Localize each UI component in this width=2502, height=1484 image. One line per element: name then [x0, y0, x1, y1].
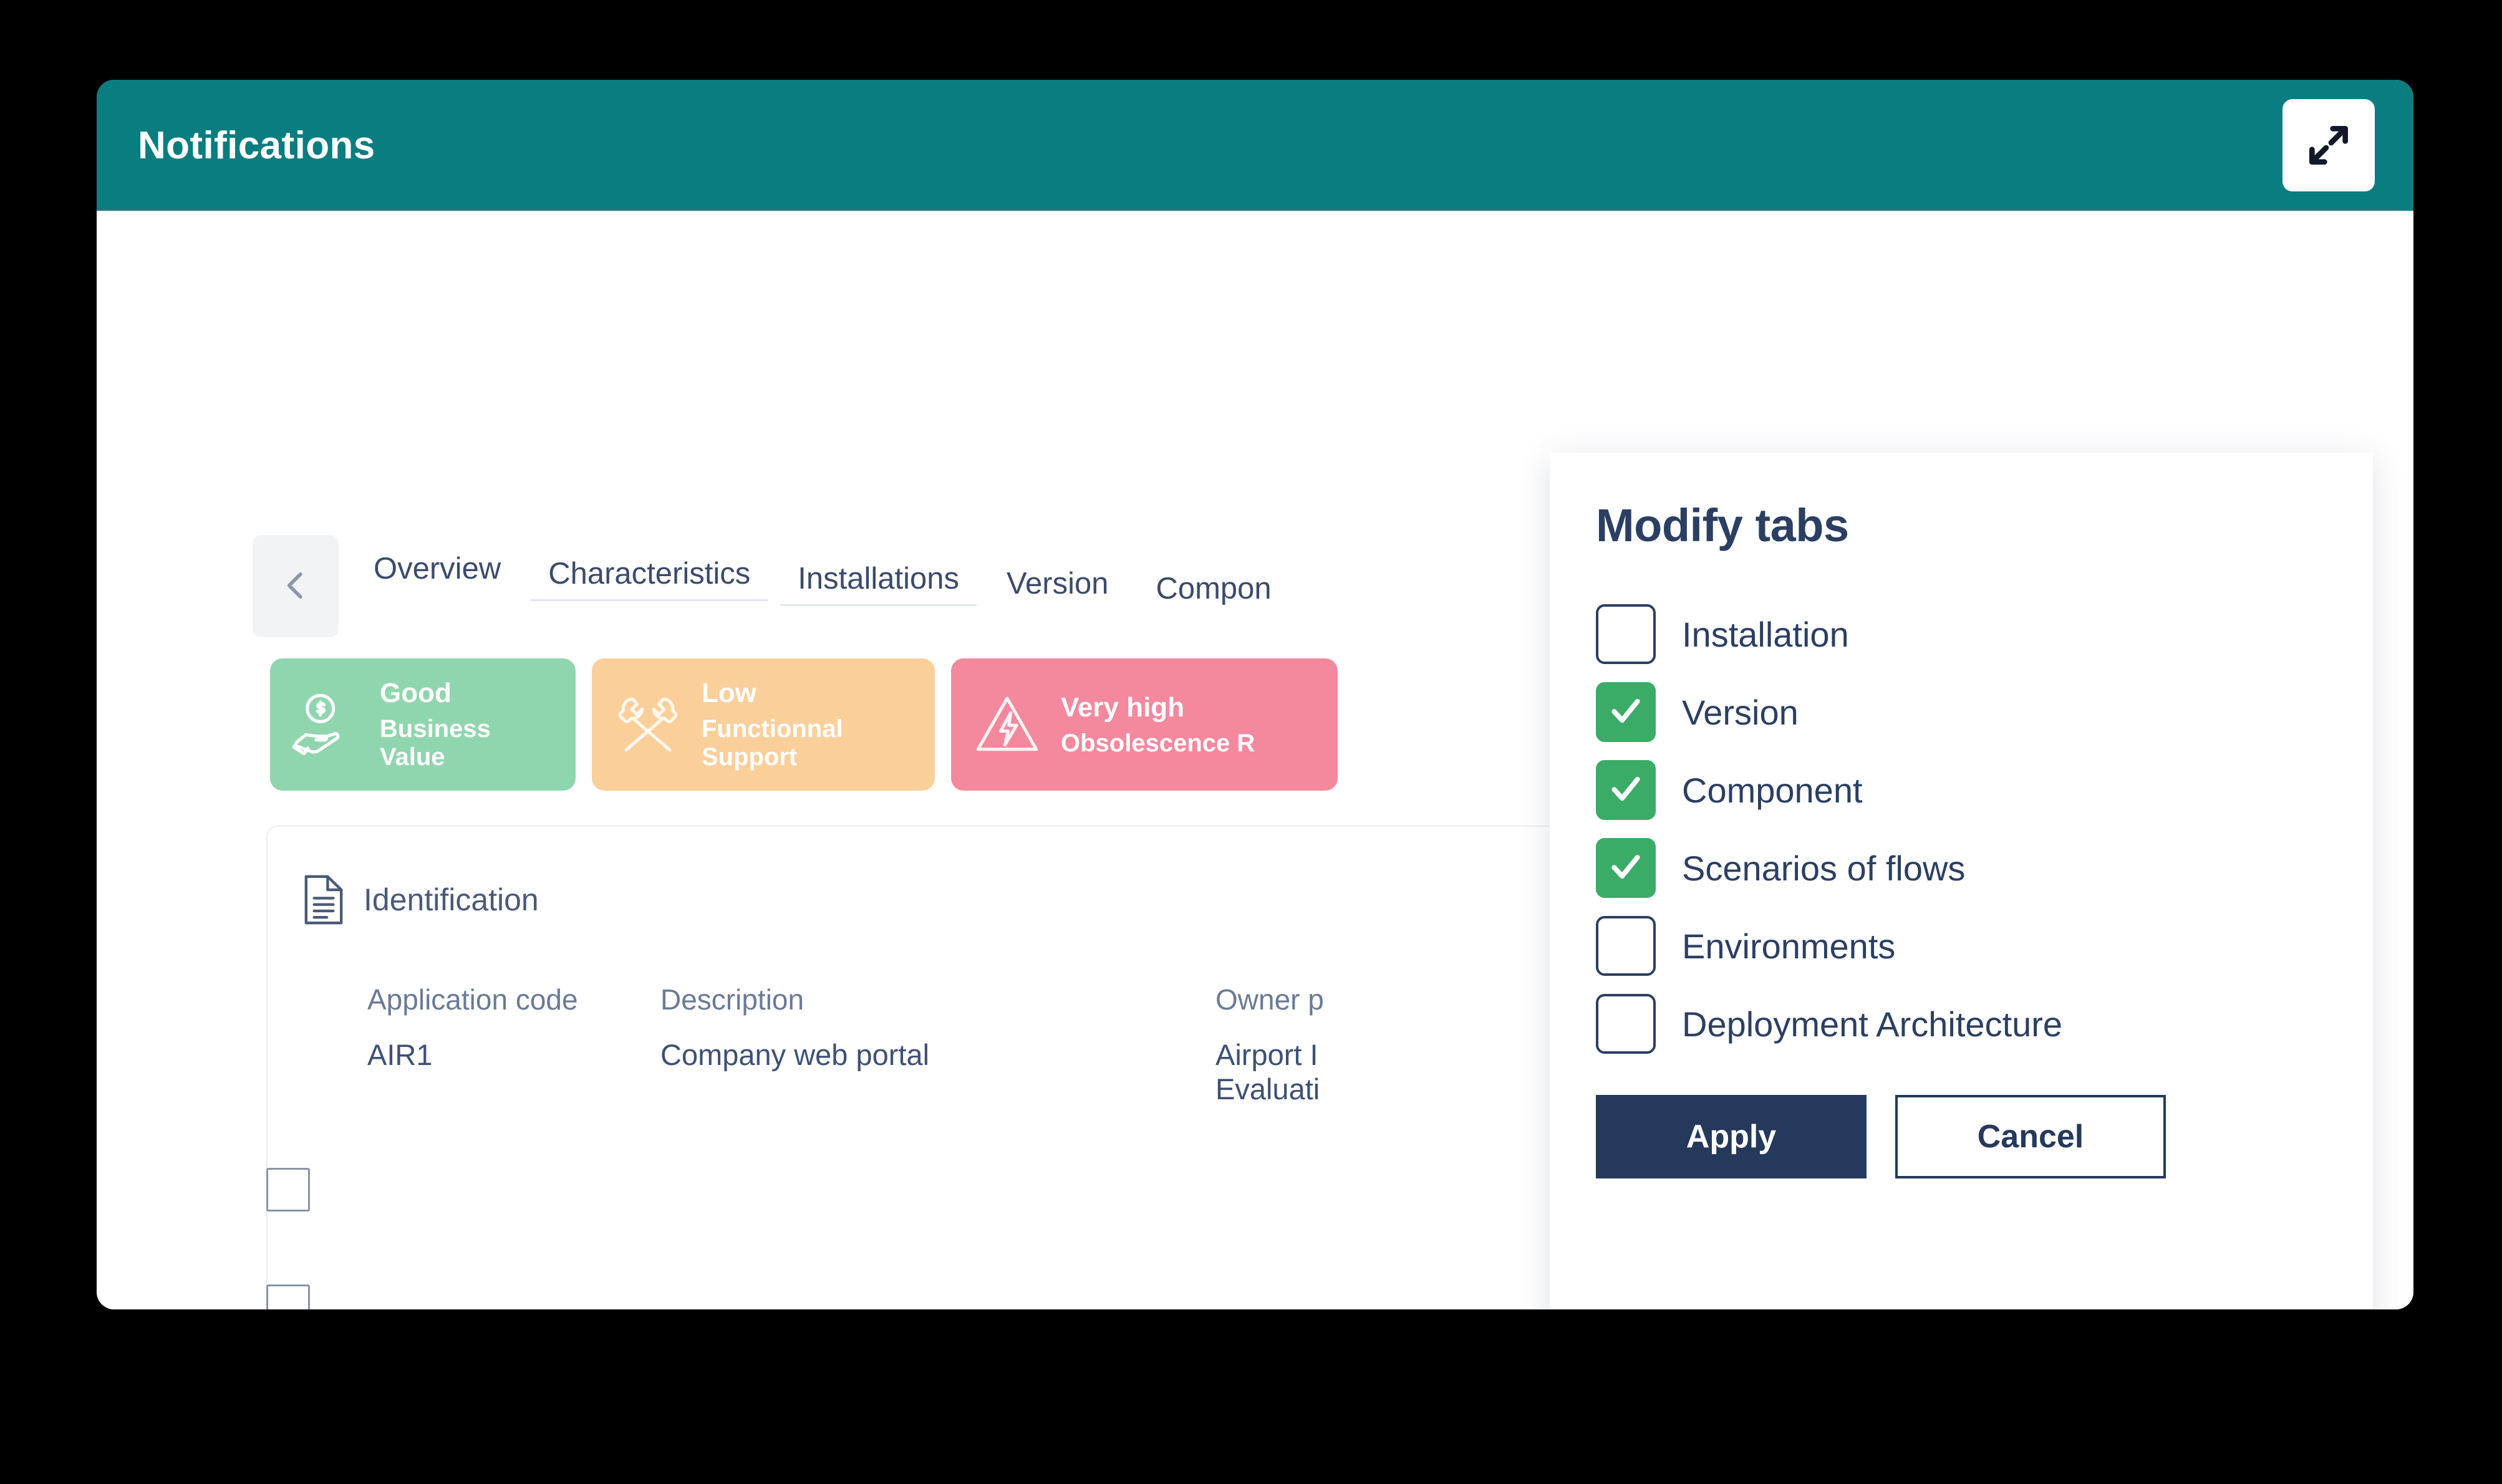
field-label: Application code: [367, 983, 578, 1016]
checkbox-row-installation[interactable]: Installation: [1596, 604, 2373, 664]
apply-button[interactable]: Apply: [1596, 1095, 1867, 1178]
expand-arrows-icon: [2304, 120, 2354, 170]
checkbox-row-scenarios-of-flows[interactable]: Scenarios of flows: [1596, 838, 2373, 898]
overview-content: Overview Characteristics Installations V…: [97, 211, 1550, 1309]
checkbox-label: Installation: [1682, 614, 1849, 654]
modify-tabs-title: Modify tabs: [1596, 499, 1849, 551]
checkbox-row-component[interactable]: Component: [1596, 760, 2373, 820]
badge-functional-support: Low Functionnal Support: [592, 658, 935, 791]
badge-level: Very high: [1061, 691, 1185, 723]
cancel-button[interactable]: Cancel: [1895, 1095, 2166, 1178]
field-label: Description: [660, 983, 804, 1016]
modify-tabs-panel: Modify tabs Installation Version Compone…: [1550, 453, 2373, 1309]
badge-level: Low: [702, 678, 756, 708]
checkbox-version[interactable]: [1596, 682, 1656, 742]
field-label: Owner p: [1215, 983, 1324, 1016]
badge-name: Obsolescence R: [1061, 729, 1255, 757]
field-application-code: Application code AIR1: [367, 983, 660, 1107]
row-checkbox-2[interactable]: [266, 1284, 310, 1309]
tab-version[interactable]: Version: [983, 535, 1132, 601]
checkbox-row-version[interactable]: Version: [1596, 682, 2373, 742]
check-icon: [1608, 693, 1643, 731]
modal-body: Overview Characteristics Installations V…: [97, 211, 2413, 1309]
field-value: AIR1: [367, 1038, 433, 1071]
identification-fields: Application code AIR1 Description Compan…: [268, 925, 1550, 1107]
badge-name: Business Value: [380, 715, 491, 771]
checkbox-environments[interactable]: [1596, 916, 1656, 976]
checkbox-label: Component: [1682, 770, 1863, 810]
identification-title: Identification: [364, 882, 539, 917]
warning-triangle-bolt-icon: [972, 690, 1042, 759]
checkbox-row-deployment-architecture[interactable]: Deployment Architecture: [1596, 994, 2373, 1054]
page-title: Notifications: [138, 123, 375, 167]
notifications-modal: Notifications Overview Characteristics I…: [97, 80, 2413, 1309]
chevron-left-icon: [276, 566, 315, 607]
checkbox-label: Scenarios of flows: [1682, 848, 1966, 888]
checkbox-deployment-architecture[interactable]: [1596, 994, 1656, 1054]
wrench-screwdriver-icon: [613, 690, 683, 759]
field-description: Description Company web portal: [660, 983, 1215, 1107]
check-icon: [1608, 849, 1643, 887]
field-owner: Owner p Airport I Evaluati: [1215, 983, 1540, 1107]
identification-header: Identification: [268, 827, 1550, 925]
checkbox-label: Version: [1682, 692, 1799, 732]
back-button[interactable]: [253, 535, 339, 637]
tab-list: Overview Characteristics Installations V…: [339, 535, 1295, 637]
tab-overview[interactable]: Overview: [350, 535, 524, 586]
tab-strip: Overview Characteristics Installations V…: [253, 535, 1295, 637]
checkbox-label: Environments: [1682, 926, 1896, 966]
check-icon: [1608, 771, 1643, 809]
checkbox-installation[interactable]: [1596, 604, 1656, 664]
badge-obsolescence-risk: Very high Obsolescence R: [951, 658, 1338, 791]
hand-holding-coin-icon: [291, 690, 361, 759]
tab-component[interactable]: Compon: [1132, 535, 1295, 606]
expand-button[interactable]: [2282, 99, 2375, 191]
badge-name: Functionnal Support: [702, 715, 843, 771]
indicator-badges: Good Business Value Low Functionnal Supp…: [270, 658, 1338, 791]
identification-card: Identification Application code AIR1 Des…: [266, 826, 1550, 1309]
modify-tabs-actions: Apply Cancel: [1550, 1054, 2373, 1178]
modify-tabs-checklist: Installation Version Component Scenarios…: [1550, 552, 2373, 1054]
field-value: Company web portal: [660, 1038, 930, 1071]
checkbox-label: Deployment Architecture: [1682, 1004, 2063, 1044]
badge-business-value: Good Business Value: [270, 658, 576, 791]
tab-installations[interactable]: Installations: [774, 535, 983, 606]
checkbox-component[interactable]: [1596, 760, 1656, 820]
badge-level: Good: [380, 678, 452, 708]
field-value: Airport I Evaluati: [1215, 1038, 1320, 1106]
row-checkbox-1[interactable]: [266, 1168, 310, 1212]
modal-header: Notifications: [97, 80, 2413, 211]
checkbox-row-environments[interactable]: Environments: [1596, 916, 2373, 976]
checkbox-scenarios-of-flows[interactable]: [1596, 838, 1656, 898]
document-icon: [301, 874, 346, 925]
tab-characteristics[interactable]: Characteristics: [524, 535, 774, 601]
